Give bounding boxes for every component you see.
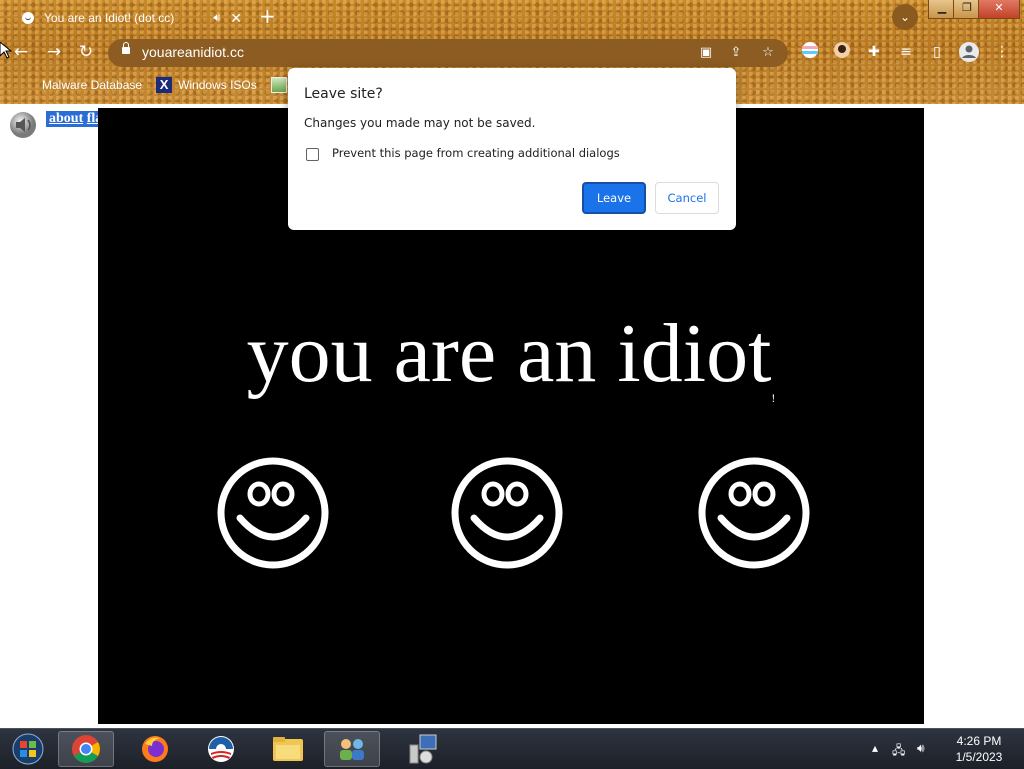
tab-search-button[interactable]: ⌄ [892, 4, 918, 30]
popup-blocked-icon[interactable]: ▣ [696, 43, 716, 63]
network-people-icon [340, 739, 364, 760]
prevent-dialogs-label[interactable]: Prevent this page from creating addition… [332, 146, 620, 160]
smiley-favicon-icon [22, 12, 34, 24]
headline: you are an idiot! [98, 304, 924, 405]
about-link[interactable]: about [49, 111, 83, 126]
leave-site-dialog: Leave site? Changes you made may not be … [288, 68, 736, 230]
taskbar-file-explorer[interactable] [260, 731, 316, 767]
menu-kebab-icon[interactable]: ⋮ [991, 41, 1013, 63]
obama-logo-icon [208, 736, 234, 762]
bookmark-label: Malware Database [42, 78, 143, 92]
new-tab-button[interactable]: + [259, 5, 276, 27]
network-icon[interactable]: 🖧︎ [892, 741, 905, 762]
mouse-cursor-icon [0, 42, 12, 59]
taskbar-firefox[interactable] [127, 731, 183, 767]
smiley-face-icon [217, 457, 329, 569]
taskbar: ▴ 🖧︎ 🔊︎ 4:26 PM 1/5/2023 [0, 728, 1024, 769]
speaker-icon[interactable]: 🔊︎ [213, 12, 220, 25]
chrome-icon [72, 735, 100, 763]
window-close-button[interactable]: ✕ [978, 0, 1020, 19]
clock-time: 4:26 PM [956, 734, 1002, 748]
image-icon [270, 77, 287, 93]
extension-avatar-icon[interactable] [831, 41, 853, 63]
windows-orb-icon [12, 733, 44, 765]
bookmark-label: Windows ISOs [178, 78, 257, 92]
malware-icon [20, 77, 36, 93]
side-panel-icon[interactable]: ▯ [926, 41, 948, 63]
start-button[interactable] [0, 731, 56, 767]
lock-icon[interactable] [122, 42, 130, 54]
taskbar-network-app[interactable] [324, 731, 380, 767]
dialog-title: Leave site? [304, 86, 383, 102]
prevent-dialogs-checkbox[interactable] [306, 148, 319, 161]
firefox-icon [142, 736, 168, 762]
clock-date: 1/5/2023 [955, 750, 1003, 764]
bookmark-star-icon[interactable]: ☆ [758, 43, 778, 63]
bookmarks-bar: Malware Database X Windows ISOs [0, 74, 307, 96]
share-icon[interactable]: ⇪ [726, 43, 746, 63]
tab-close-icon[interactable]: ✕ [230, 10, 242, 27]
reload-button[interactable]: ↻ [74, 40, 98, 64]
taskbar-chrome[interactable] [58, 731, 114, 767]
cancel-button[interactable]: Cancel [655, 182, 719, 214]
browser-tab[interactable]: You are an Idiot! (dot cc) 🔊︎ ✕ [10, 4, 248, 32]
volume-icon[interactable]: 🔊︎ [917, 741, 925, 756]
back-button[interactable]: ← [9, 40, 33, 64]
extension-flag-icon[interactable] [799, 41, 821, 63]
media-queue-icon[interactable]: ≡ [895, 41, 917, 63]
folder-icon [273, 737, 303, 761]
extensions-puzzle-icon[interactable]: ✚ [863, 41, 885, 63]
smiley-face-icon [698, 457, 810, 569]
x-logo-icon: X [156, 77, 173, 93]
speaker-icon[interactable] [8, 110, 38, 140]
installer-icon [409, 734, 437, 764]
bookmark-windows-isos[interactable]: X Windows ISOs [156, 77, 257, 93]
restore-button[interactable]: ❐ [953, 0, 981, 19]
address-bar[interactable]: youareanidiot.cc ▣ ⇪ ☆ [108, 39, 788, 67]
forward-button[interactable]: → [42, 40, 66, 64]
system-clock[interactable]: 4:26 PM 1/5/2023 [944, 733, 1014, 765]
leave-button[interactable]: Leave [582, 182, 646, 214]
taskbar-installer-app[interactable] [394, 731, 450, 767]
show-hidden-icons-button[interactable]: ▴ [872, 741, 878, 755]
dialog-message: Changes you made may not be saved. [304, 116, 536, 130]
headline-text: you are an idiot [246, 307, 772, 400]
url-text[interactable]: youareanidiot.cc [142, 44, 244, 60]
headline-suffix: ! [771, 391, 776, 405]
profile-avatar-icon[interactable] [958, 41, 980, 63]
smiley-face-icon [451, 457, 563, 569]
tab-title: You are an Idiot! (dot cc) [44, 11, 175, 25]
taskbar-obama-logo[interactable] [193, 731, 249, 767]
minimize-button[interactable]: ▁ [928, 0, 956, 19]
bookmark-malware-database[interactable]: Malware Database [20, 77, 142, 93]
